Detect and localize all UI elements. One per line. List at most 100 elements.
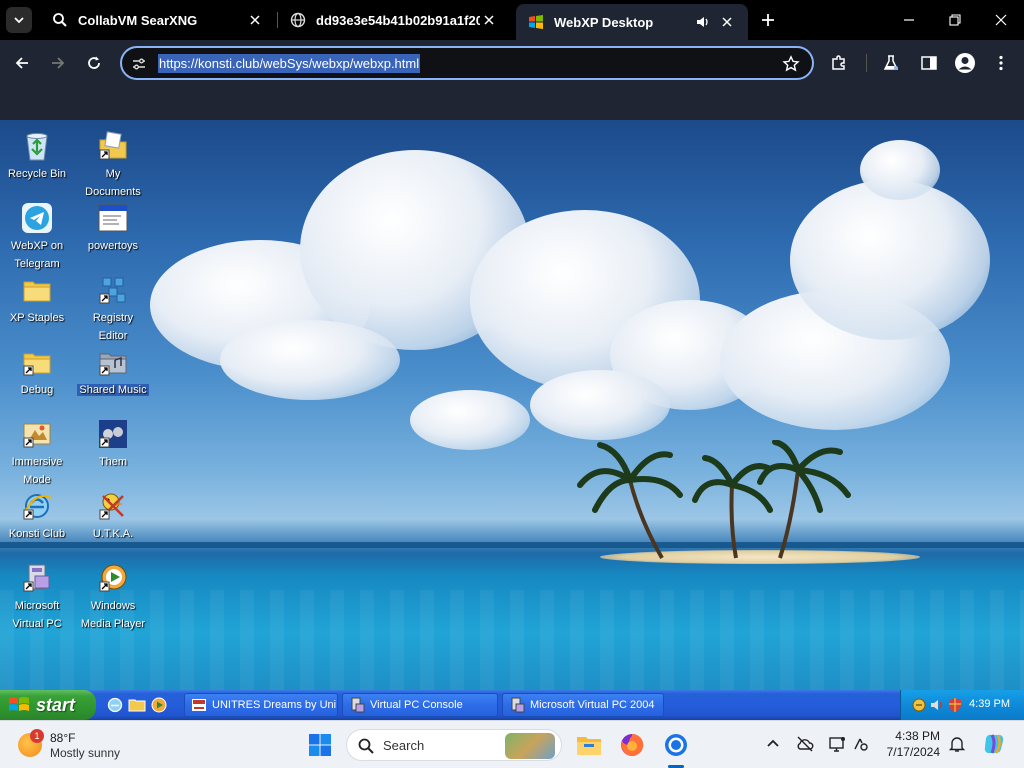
desktop-icon-label: Registry Editor [92, 312, 134, 342]
notifications-button[interactable] [948, 735, 966, 753]
taskbar-file-explorer[interactable] [575, 731, 603, 759]
weather-widget[interactable]: 1 88°F Mostly sunny [18, 729, 158, 761]
close-tab-icon[interactable] [480, 11, 498, 29]
extensions-button[interactable] [828, 52, 850, 74]
speaker-icon[interactable] [694, 13, 712, 31]
show-hidden-icons-button[interactable] [764, 735, 782, 753]
restore-button[interactable] [932, 0, 978, 40]
desktop-icon-registry-editor[interactable]: Registry Editor [77, 274, 149, 344]
music-folder-icon [97, 346, 129, 378]
xp-task-label: Virtual PC Console [370, 699, 463, 711]
windows-start-button[interactable] [306, 731, 334, 759]
display-tray-button[interactable] [828, 735, 846, 753]
desktop-icon-label: My Documents [85, 168, 141, 198]
desktop-icon-debug[interactable]: Debug [1, 346, 73, 398]
desktop-icon-microsoft-virtual-pc[interactable]: Microsoft Virtual PC [1, 562, 73, 632]
desktop-icon-shared-music[interactable]: Shared Music [77, 346, 149, 398]
xp-start-label: start [36, 694, 76, 715]
recycle-bin-icon [21, 130, 53, 162]
clock-time: 4:38 PM [895, 729, 940, 743]
weather-alert-badge: 1 [30, 729, 44, 743]
desktop-icon-immersive-mode[interactable]: Immersive Mode [1, 418, 73, 488]
side-panel-icon [921, 56, 937, 70]
desktop-icon-them[interactable]: Them [77, 418, 149, 470]
back-button[interactable] [10, 51, 34, 75]
copilot-button[interactable] [982, 732, 1006, 756]
search-label: Search [383, 738, 425, 753]
desktop-icon-utka[interactable]: U.T.K.A. [77, 490, 149, 542]
puzzle-icon [832, 55, 845, 70]
taskbar-firefox[interactable] [618, 731, 646, 759]
avatar-icon [955, 53, 975, 73]
them-icon [97, 418, 129, 450]
browser-toolbar: https://konsti.club/webSys/webxp/webxp.h… [0, 40, 1024, 86]
xp-task-unitres-dreams[interactable]: UNITRES Dreams by Uni... [184, 693, 338, 717]
close-tab-icon[interactable] [246, 11, 264, 29]
desktop-icon-recycle-bin[interactable]: Recycle Bin [1, 130, 73, 182]
plus-icon [762, 14, 774, 26]
wallpaper-cloud [790, 180, 990, 340]
desktop-icon-my-documents[interactable]: My Documents [77, 130, 149, 200]
address-bar[interactable]: https://konsti.club/webSys/webxp/webxp.h… [120, 46, 814, 80]
xp-start-button[interactable]: start [0, 690, 96, 720]
new-tab-button[interactable] [758, 10, 778, 30]
xp-clock[interactable]: 4:39 PM [969, 698, 1010, 710]
quicklaunch-media-player-icon[interactable] [150, 696, 168, 714]
desktop-icon-konsti-club[interactable]: Konsti Club [1, 490, 73, 542]
display-icon [829, 737, 845, 752]
file-explorer-icon [577, 737, 601, 755]
arrow-left-icon [15, 57, 28, 69]
virtual-pc-icon [511, 697, 525, 713]
quicklaunch-ie-icon[interactable] [106, 696, 124, 714]
side-panel-button[interactable] [918, 52, 940, 74]
tab-title: WebXP Desktop [554, 14, 654, 30]
desktop-icon-label: powertoys [87, 240, 139, 252]
folder-shortcut-icon [21, 346, 53, 378]
quicklaunch-folder-icon[interactable] [128, 696, 146, 714]
xp-desktop[interactable]: Recycle Bin WebXP on Telegram XP Staples… [0, 120, 1024, 690]
volume-tray-icon[interactable] [929, 697, 945, 713]
desktop-icon-label: Immersive Mode [11, 456, 63, 486]
close-icon [995, 14, 1007, 26]
palm-trees-image [577, 440, 851, 560]
security-shield-tray-icon[interactable] [947, 697, 963, 713]
forward-button[interactable] [46, 51, 70, 75]
profile-button[interactable] [954, 52, 976, 74]
desktop-icon-webxp-telegram[interactable]: WebXP on Telegram [1, 202, 73, 272]
desktop-icon-windows-media-player[interactable]: Windows Media Player [77, 562, 149, 632]
taskbar-search-box[interactable]: Search [346, 729, 562, 761]
site-settings-icon[interactable] [130, 55, 148, 73]
media-app-icon [192, 699, 206, 711]
url-text[interactable]: https://konsti.club/webSys/webxp/webxp.h… [158, 54, 421, 73]
network-tray-button[interactable] [852, 735, 870, 753]
tab-search-button[interactable] [6, 7, 32, 33]
desktop-icon-xp-staples[interactable]: XP Staples [1, 274, 73, 326]
wallpaper-cloud [220, 320, 400, 400]
chrome-labs-button[interactable] [880, 52, 902, 74]
chrome-menu-button[interactable] [990, 52, 1012, 74]
tab-webxp-desktop[interactable]: WebXP Desktop [516, 4, 748, 40]
arrow-right-icon [52, 57, 65, 69]
xp-task-virtual-pc-console[interactable]: Virtual PC Console [342, 693, 498, 717]
network-tray-icon[interactable] [911, 697, 927, 713]
restore-icon [949, 14, 961, 26]
registry-editor-icon [97, 274, 129, 306]
bookmark-star-icon[interactable] [782, 55, 800, 73]
chevron-up-icon [767, 739, 779, 747]
minimize-button[interactable] [886, 0, 932, 40]
reload-button[interactable] [82, 51, 106, 75]
tab-hash-page[interactable]: dd93e3e54b41b02b91a1f20587 [278, 0, 510, 40]
media-player-icon [97, 562, 129, 594]
virtual-pc-icon [21, 562, 53, 594]
taskbar-clock[interactable]: 4:38 PM 7/17/2024 [880, 728, 940, 760]
taskbar-chrome[interactable] [662, 731, 690, 759]
desktop-icon-powertoys[interactable]: powertoys [77, 202, 149, 254]
desktop-icon-label: Windows Media Player [80, 600, 146, 630]
onedrive-tray-button[interactable] [796, 735, 814, 753]
close-tab-icon[interactable] [718, 13, 736, 31]
xp-task-microsoft-virtual-pc-2004[interactable]: Microsoft Virtual PC 2004 [502, 693, 664, 717]
tab-collabvm-searxng[interactable]: CollabVM SearXNG [40, 0, 276, 40]
close-window-button[interactable] [978, 0, 1024, 40]
search-highlight-image [505, 733, 555, 759]
weather-condition: Mostly sunny [50, 746, 121, 760]
